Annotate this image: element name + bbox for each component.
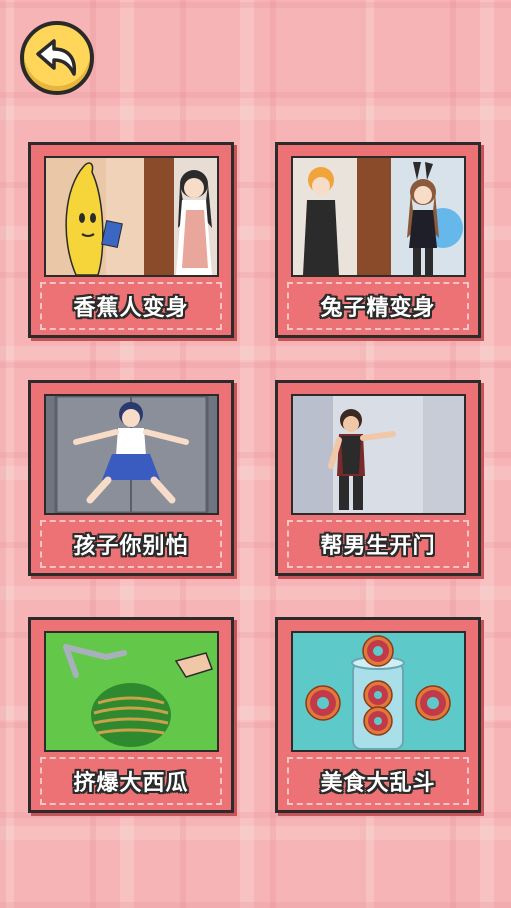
level-thumbnail: [44, 394, 219, 515]
level-card-open-door[interactable]: 帮男生开门: [275, 380, 481, 576]
level-thumbnail: [291, 631, 466, 752]
level-card-bunny-girl[interactable]: 兔子精变身: [275, 142, 481, 338]
level-label-box: 兔子精变身: [287, 282, 469, 330]
level-title: 挤爆大西瓜: [73, 771, 189, 796]
level-title: 兔子精变身: [320, 296, 436, 321]
level-title: 孩子你别怕: [73, 534, 189, 559]
level-thumbnail: [44, 631, 219, 752]
level-card-watermelon[interactable]: 挤爆大西瓜: [28, 617, 234, 813]
level-label-box: 挤爆大西瓜: [40, 757, 222, 805]
level-card-scared-girl[interactable]: 孩子你别怕: [28, 380, 234, 576]
back-arrow-icon: [36, 39, 77, 76]
level-thumbnail: [291, 394, 466, 515]
level-card-banana-man[interactable]: 香蕉人变身: [28, 142, 234, 338]
level-card-donuts[interactable]: 美食大乱斗: [275, 617, 481, 813]
level-thumbnail: [44, 156, 219, 277]
level-label-box: 香蕉人变身: [40, 282, 222, 330]
level-label-box: 美食大乱斗: [287, 757, 469, 805]
level-label-box: 帮男生开门: [287, 520, 469, 568]
level-title: 帮男生开门: [320, 534, 436, 559]
back-button[interactable]: [20, 21, 94, 95]
level-thumbnail: [291, 156, 466, 277]
level-title: 美食大乱斗: [320, 771, 436, 796]
level-title: 香蕉人变身: [73, 296, 189, 321]
level-label-box: 孩子你别怕: [40, 520, 222, 568]
